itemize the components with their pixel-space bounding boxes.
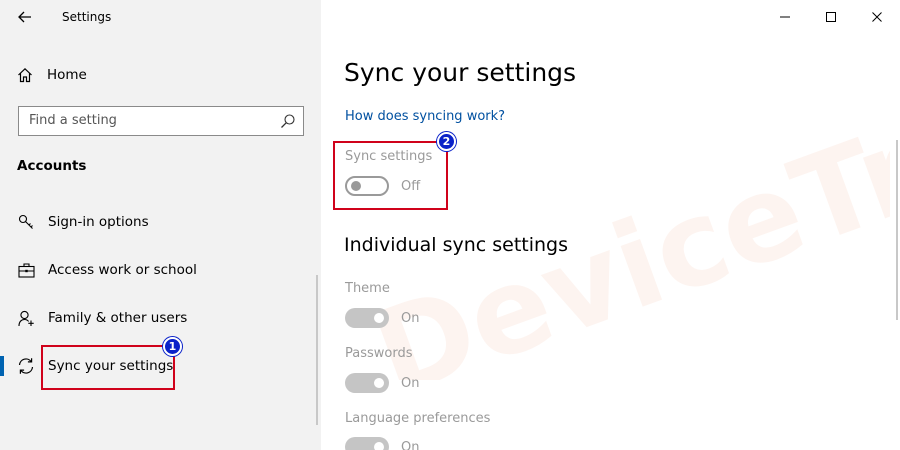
sidebar-scrollbar[interactable] xyxy=(316,275,318,425)
title-bar: Settings xyxy=(0,0,321,36)
passwords-toggle[interactable] xyxy=(345,373,389,393)
language-preferences-label: Language preferences xyxy=(345,411,491,426)
passwords-toggle-row: On xyxy=(345,372,419,394)
home-nav-item[interactable]: Home xyxy=(17,63,87,87)
theme-toggle-row: On xyxy=(345,307,419,329)
sidebar-item-family-other-users[interactable]: Family & other users xyxy=(0,298,321,338)
close-icon xyxy=(872,12,882,22)
annotation-box-2 xyxy=(333,141,448,210)
maximize-button[interactable] xyxy=(808,0,854,34)
toggle-knob xyxy=(374,313,384,323)
how-syncing-works-link[interactable]: How does syncing work? xyxy=(345,109,505,124)
toggle-knob xyxy=(374,378,384,388)
search-icon[interactable] xyxy=(280,113,296,129)
page-title: Sync your settings xyxy=(344,58,577,87)
minimize-button[interactable] xyxy=(762,0,808,34)
back-button[interactable] xyxy=(14,6,36,28)
key-icon xyxy=(16,212,36,232)
sync-icon xyxy=(16,356,36,376)
close-button[interactable] xyxy=(854,0,900,34)
theme-label: Theme xyxy=(345,281,390,296)
window-controls xyxy=(762,0,900,34)
annotation-badge-2: 2 xyxy=(437,132,456,151)
passwords-state: On xyxy=(401,375,420,391)
section-title-accounts: Accounts xyxy=(17,158,87,174)
svg-text:DeviceTricks: DeviceTricks xyxy=(356,60,890,380)
annotation-box-1 xyxy=(41,345,175,390)
sidebar-item-label: Access work or school xyxy=(48,262,197,278)
annotation-badge-1: 1 xyxy=(163,337,182,356)
language-preferences-toggle[interactable] xyxy=(345,437,389,450)
language-preferences-state: On xyxy=(401,439,420,450)
individual-sync-settings-heading: Individual sync settings xyxy=(344,234,569,256)
app-title: Settings xyxy=(62,10,112,24)
maximize-icon xyxy=(826,12,836,22)
main-scrollbar[interactable] xyxy=(896,140,898,320)
home-label: Home xyxy=(47,67,87,83)
home-icon xyxy=(18,67,32,83)
watermark: DeviceTricks xyxy=(356,60,890,380)
theme-state: On xyxy=(401,310,420,326)
person-add-icon xyxy=(16,308,36,328)
sidebar-item-access-work-or-school[interactable]: Access work or school xyxy=(0,250,321,290)
briefcase-icon xyxy=(16,260,36,280)
search-box[interactable] xyxy=(18,106,304,136)
passwords-label: Passwords xyxy=(345,346,413,361)
language-preferences-toggle-row: On xyxy=(345,436,419,450)
search-input[interactable] xyxy=(29,113,274,128)
sidebar-item-label: Family & other users xyxy=(48,310,188,326)
back-arrow-icon xyxy=(18,11,31,23)
toggle-knob xyxy=(374,442,384,450)
sidebar-item-label: Sign-in options xyxy=(48,214,149,230)
minimize-icon xyxy=(780,16,790,18)
sidebar-item-sign-in-options[interactable]: Sign-in options xyxy=(0,202,321,242)
theme-toggle[interactable] xyxy=(345,308,389,328)
